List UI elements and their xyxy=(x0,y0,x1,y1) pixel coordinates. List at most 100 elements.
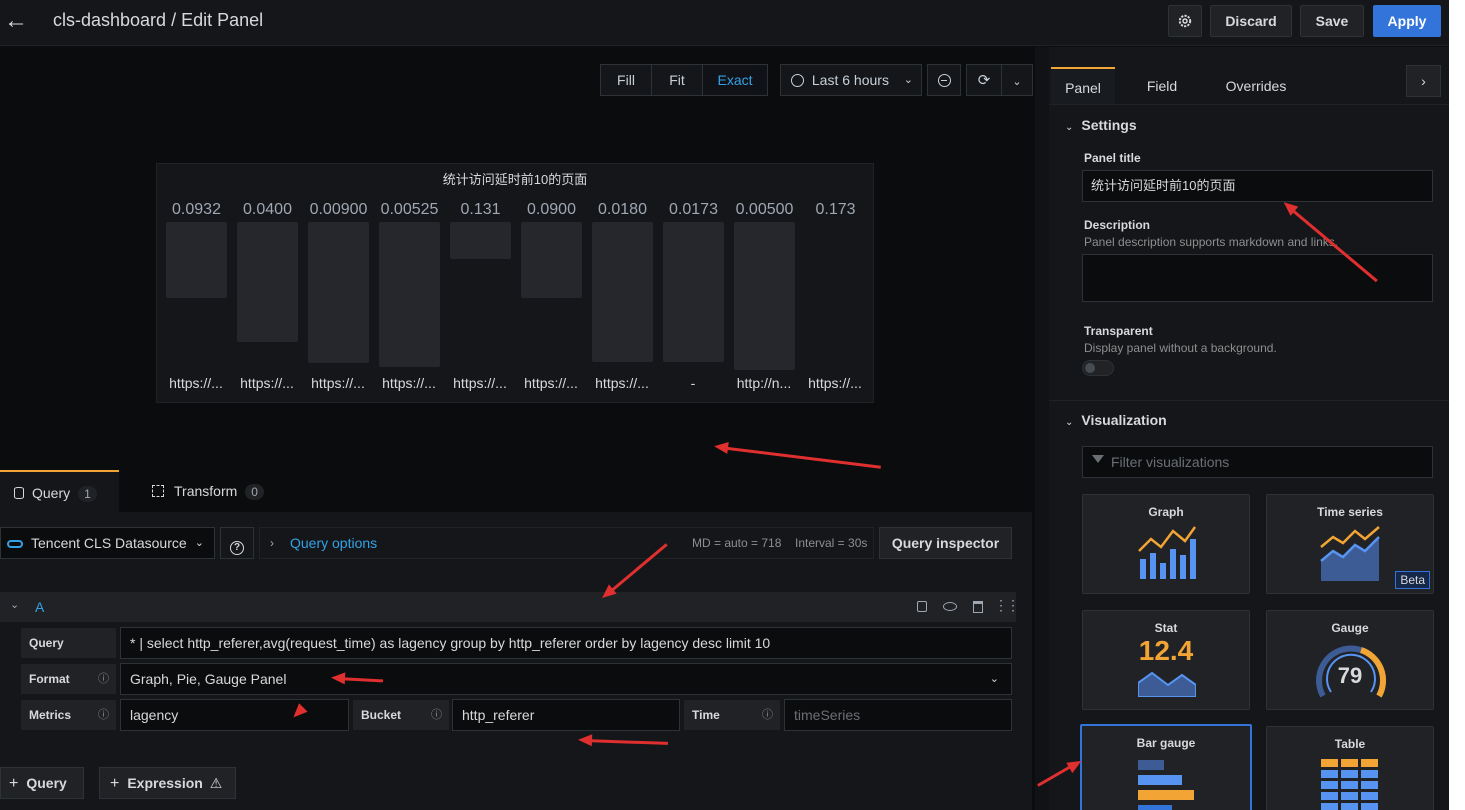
settings-title: Settings xyxy=(1081,117,1137,133)
graph-viz-icon xyxy=(1138,526,1197,579)
viz-card-time-series[interactable]: Time series Beta xyxy=(1266,494,1434,594)
query-inspector-button[interactable]: Query inspector xyxy=(879,527,1012,559)
bar-category-label: https://... xyxy=(169,375,223,391)
viz-card-gauge[interactable]: Gauge 79 xyxy=(1266,610,1434,710)
datasource-help-button[interactable]: ? xyxy=(220,527,254,559)
query-text-input[interactable]: * | select http_referer,avg(request_time… xyxy=(120,627,1012,659)
viz-card-table[interactable]: Table xyxy=(1266,726,1434,810)
bar-category-label: https://... xyxy=(453,375,507,391)
zoom-out-button[interactable] xyxy=(927,64,961,96)
fill-button[interactable]: Fill xyxy=(600,64,652,96)
filter-visualizations-input[interactable]: Filter visualizations xyxy=(1082,446,1433,478)
filter-icon xyxy=(1092,455,1104,463)
bar-fill xyxy=(308,222,369,363)
bar-fill xyxy=(663,222,724,362)
bar-value-label: 0.173 xyxy=(815,201,856,218)
drag-handle-icon[interactable]: ⋮⋮ xyxy=(994,597,1020,614)
viz-card-bar-gauge[interactable]: Bar gauge xyxy=(1080,724,1252,810)
metrics-input[interactable]: lagency xyxy=(120,699,349,731)
back-arrow-icon[interactable]: ← xyxy=(4,8,28,34)
interval-info: Interval = 30s xyxy=(795,536,868,550)
bar-value-label: 0.0932 xyxy=(172,201,221,218)
panel-title-label: Panel title xyxy=(1084,151,1141,165)
format-select[interactable]: Graph, Pie, Gauge Panel ⌄ xyxy=(120,663,1012,695)
time-input[interactable]: timeSeries xyxy=(784,699,1012,731)
clock-icon xyxy=(791,74,804,87)
options-pane: Panel Field Overrides › ⌄ Settings Panel … xyxy=(1049,47,1449,810)
gear-icon xyxy=(1178,14,1192,28)
splitter[interactable] xyxy=(1035,47,1049,810)
section-divider xyxy=(1049,400,1449,401)
add-query-button[interactable]: + Query xyxy=(0,767,84,799)
bar-fill xyxy=(166,222,227,299)
transform-icon xyxy=(152,485,164,497)
format-field-label: Format ⓘ xyxy=(21,664,116,694)
bar-gauge-icon-bar xyxy=(1138,775,1182,785)
query-options-label: Query options xyxy=(290,535,378,551)
fit-button[interactable]: Fit xyxy=(651,64,703,96)
panel-title-input[interactable]: 统计访问延时前10的页面 xyxy=(1082,170,1433,202)
cloud-icon xyxy=(7,540,23,548)
tab-query[interactable]: Query 1 xyxy=(0,470,119,512)
eye-icon[interactable] xyxy=(943,602,957,611)
transparent-toggle[interactable] xyxy=(1082,360,1114,376)
bucket-input[interactable]: http_referer xyxy=(452,699,680,731)
chevron-down-icon: ⌄ xyxy=(903,74,913,86)
bar-value-label: 0.00900 xyxy=(309,201,368,218)
viz-card-stat[interactable]: Stat 12.4 xyxy=(1082,610,1250,710)
bar-category-label: http://n... xyxy=(736,375,792,391)
bar-category-label: https://... xyxy=(524,375,578,391)
discard-button[interactable]: Discard xyxy=(1210,5,1292,37)
stat-viz-value: 12.4 xyxy=(1138,635,1194,666)
datasource-picker[interactable]: Tencent CLS Datasource ⌄ xyxy=(0,527,215,559)
toggle-knob xyxy=(1085,363,1095,373)
visualization-section-header[interactable]: ⌄ Visualization xyxy=(1065,412,1167,428)
trash-icon[interactable] xyxy=(973,601,983,613)
add-query-label: Query xyxy=(26,775,67,791)
bar-value-label: 0.00525 xyxy=(380,201,439,218)
bar-category-label: https://... xyxy=(808,375,862,391)
collapse-pane-button[interactable]: › xyxy=(1406,65,1441,97)
bar-gauge-icon-bar xyxy=(1138,790,1194,800)
time-picker-button[interactable]: Last 6 hours ⌄ xyxy=(780,64,922,96)
beta-badge: Beta xyxy=(1395,571,1430,589)
settings-section-header[interactable]: ⌄ Settings xyxy=(1065,117,1137,133)
add-expression-button[interactable]: + Expression ⚠ xyxy=(99,767,236,799)
save-button[interactable]: Save xyxy=(1300,5,1364,37)
query-row-header[interactable]: ⌄ A ⋮⋮ xyxy=(0,592,1020,622)
chevron-down-icon: ⌄ xyxy=(1065,122,1074,133)
help-icon: ? xyxy=(230,541,244,555)
exact-button[interactable]: Exact xyxy=(702,64,768,96)
description-textarea[interactable] xyxy=(1082,254,1433,302)
chevron-down-icon: ⌄ xyxy=(1065,417,1074,428)
info-icon: ⓘ xyxy=(98,673,109,685)
tab-field[interactable]: Field xyxy=(1129,67,1195,105)
top-navbar: ← cls-dashboard / Edit Panel Discard Sav… xyxy=(0,0,1449,46)
dashboard-settings-button[interactable] xyxy=(1168,5,1202,37)
viz-card-graph[interactable]: Graph xyxy=(1082,494,1250,594)
refresh-button[interactable]: ⟳ xyxy=(966,64,1002,96)
tab-panel[interactable]: Panel xyxy=(1051,67,1115,105)
refresh-interval-dropdown[interactable]: ⌄ xyxy=(1001,64,1033,96)
bar-gauge-icon-bar xyxy=(1138,805,1172,810)
transform-count-badge: 0 xyxy=(245,484,264,500)
bar-fill xyxy=(379,222,440,368)
tab-overrides[interactable]: Overrides xyxy=(1214,67,1298,105)
chevron-down-icon: ⌄ xyxy=(194,537,204,549)
viz-card-title: Graph xyxy=(1148,505,1184,519)
bar-fill xyxy=(592,222,653,362)
duplicate-icon[interactable] xyxy=(917,601,927,612)
collapse-chevron-icon[interactable]: ⌄ xyxy=(10,598,19,611)
page-title: cls-dashboard / Edit Panel xyxy=(53,10,264,30)
bar-value-label: 0.131 xyxy=(460,201,501,218)
table-viz-icon xyxy=(1321,759,1378,810)
tab-transform[interactable]: Transform 0 xyxy=(150,470,264,512)
apply-button[interactable]: Apply xyxy=(1373,5,1441,37)
query-options-bar[interactable]: › Query options MD = auto = 718 Interval… xyxy=(259,527,874,559)
adjacent-window-edge xyxy=(1449,0,1465,810)
bucket-label-text: Bucket xyxy=(361,708,402,722)
bar-fill xyxy=(450,222,511,259)
plus-icon: + xyxy=(9,775,19,792)
viz-card-title: Time series xyxy=(1317,505,1383,519)
annotation-arrow xyxy=(296,706,305,715)
